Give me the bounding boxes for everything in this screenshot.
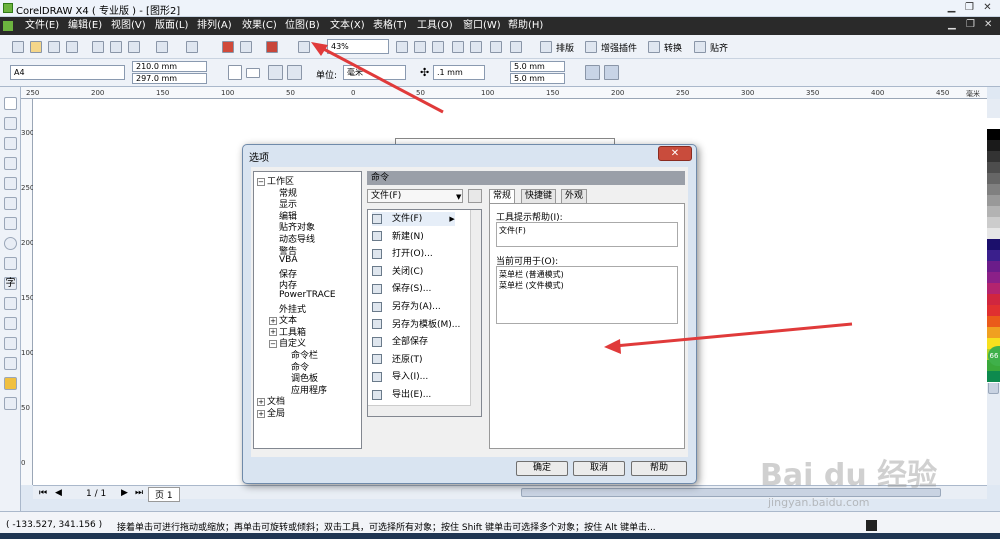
annotation-arrowhead-top: [311, 42, 328, 56]
annotation-arrow-top: [317, 44, 444, 114]
annotation-arrowhead-right: [604, 339, 621, 354]
annotation-arrow-right: [614, 322, 853, 348]
watermark-url: jingyan.baidu.com: [768, 496, 870, 509]
watermark-brand: Bai du 经验: [760, 458, 938, 493]
